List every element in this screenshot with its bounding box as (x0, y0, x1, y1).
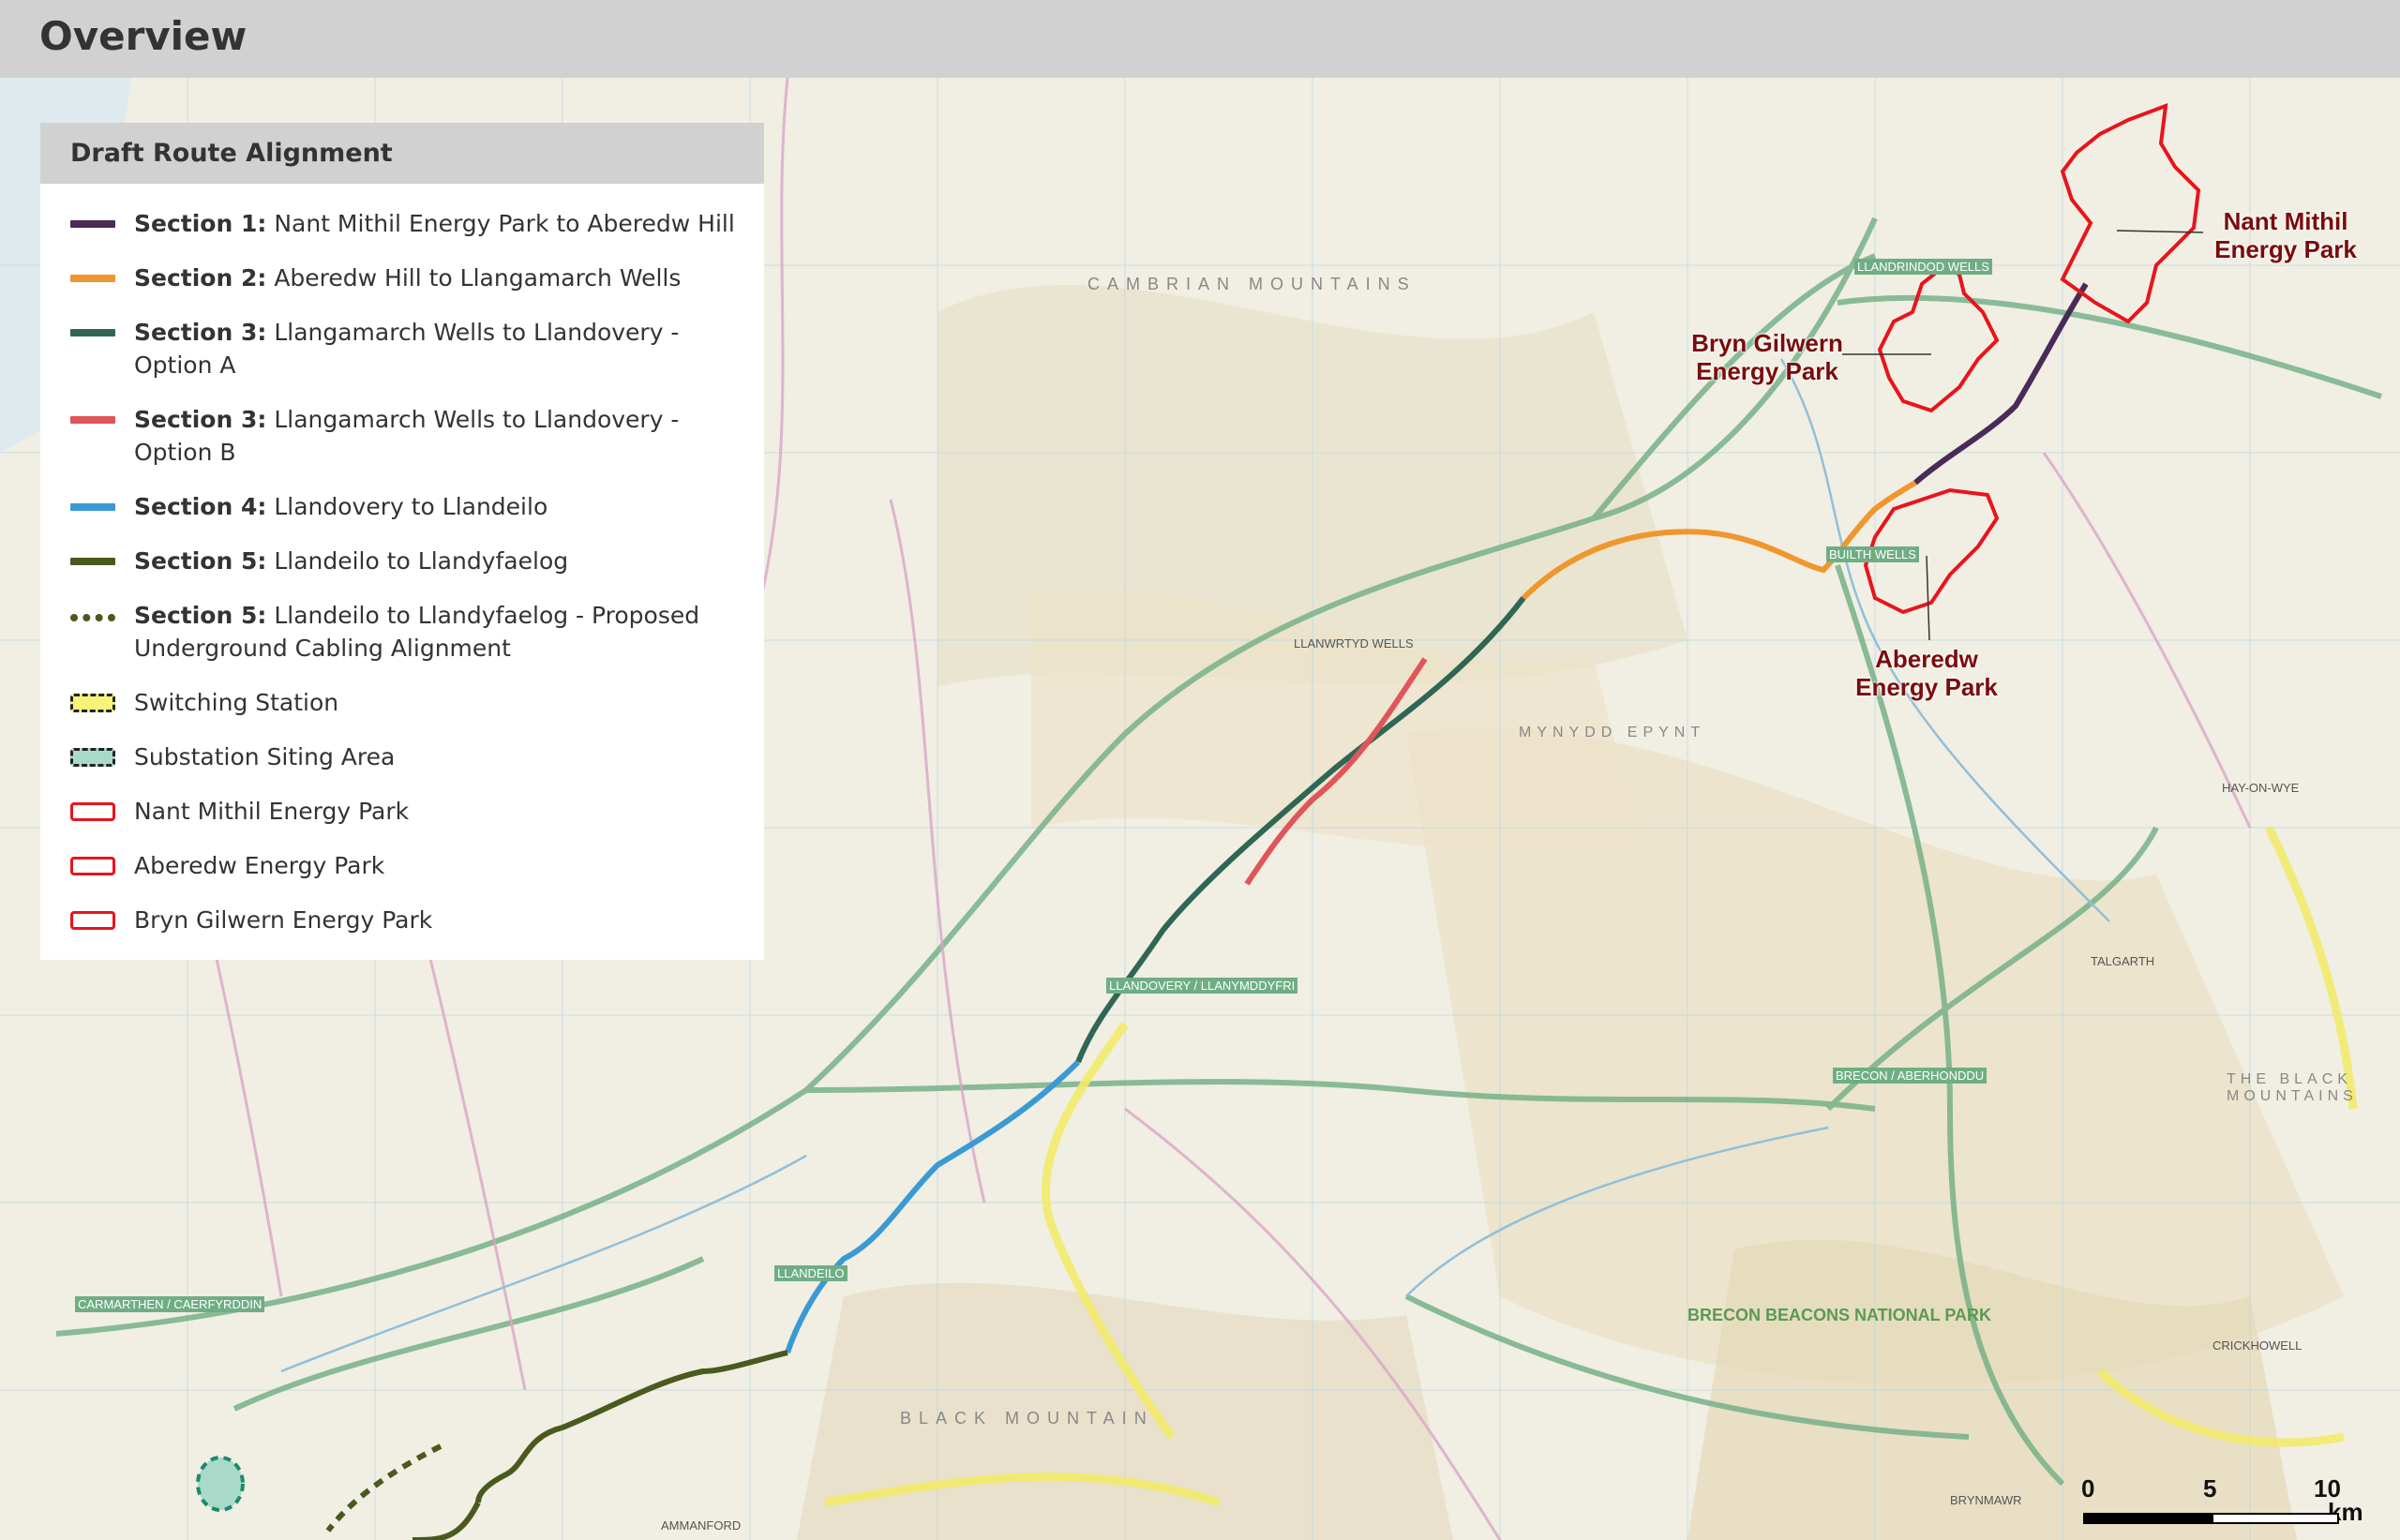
place-label: BLACK MOUNTAIN (900, 1409, 1154, 1428)
legend-item-text: Nant Mithil Energy Park to Aberedw Hill (266, 210, 735, 237)
aberedw-label: Aberedw Energy Park (1855, 645, 1998, 701)
legend-item: Section 5: Llandeilo to Llandyfaelog - P… (40, 599, 764, 665)
place-label: CARMARTHEN / CAERFYRDDIN (75, 1296, 265, 1312)
place-label: THE BLACK MOUNTAINS (2227, 1071, 2358, 1104)
place-label: CRICKHOWELL (2212, 1338, 2302, 1353)
page-title: Overview (39, 13, 248, 59)
legend-symbol (70, 416, 115, 424)
scale-tick-5: 5 (2203, 1474, 2217, 1503)
scale-bar-light (2212, 1513, 2339, 1524)
legend-item-section: Section 3: (134, 406, 267, 433)
legend-symbol (70, 275, 115, 282)
legend-item: Section 2: Aberedw Hill to Llangamarch W… (40, 262, 764, 294)
legend-item: Bryn Gilwern Energy Park (40, 904, 764, 936)
legend-title: Draft Route Alignment (70, 139, 393, 168)
legend-symbol (70, 329, 115, 336)
place-label: BRYNMAWR (1950, 1493, 2022, 1507)
legend-symbol (70, 748, 115, 767)
legend-symbol (70, 220, 115, 228)
legend-item: Section 4: Llandovery to Llandeilo (40, 490, 764, 523)
legend-item-section: Section 3: (134, 319, 267, 346)
legend-symbol (70, 558, 115, 565)
place-label: CAMBRIAN MOUNTAINS (1088, 275, 1417, 293)
legend-panel: Draft Route Alignment Section 1: Nant Mi… (40, 123, 764, 960)
place-label: AMMANFORD (661, 1518, 742, 1533)
legend-item-section: Section 4: (134, 493, 267, 520)
place-label: MYNYDD EPYNT (1519, 725, 1706, 740)
place-label: LLANDRINDOD WELLS (1854, 259, 1992, 275)
legend-symbol (70, 503, 115, 511)
place-label: LLANDEILO (774, 1265, 848, 1281)
legend-item-text: Llandeilo to Llandyfaelog (266, 547, 569, 575)
place-label: BRECON / ABERHONDDU (1833, 1068, 1988, 1084)
legend-header: Draft Route Alignment (40, 123, 764, 184)
legend-symbol (70, 694, 115, 712)
legend-item-section: Section 1: (134, 210, 267, 237)
nant-mithil-label: Nant Mithil Energy Park (2214, 207, 2357, 263)
legend-item: Switching Station (40, 686, 764, 719)
legend-item: Section 5: Llandeilo to Llandyfaelog (40, 545, 764, 577)
scale-tick-0: 0 (2081, 1474, 2095, 1503)
legend-item: Section 1: Nant Mithil Energy Park to Ab… (40, 207, 764, 240)
place-label: LLANDOVERY / LLANYMDDYFRI (1106, 978, 1298, 994)
substation-siting-area (196, 1456, 245, 1512)
bryn-gilwern-label: Bryn Gilwern Energy Park (1691, 329, 1843, 385)
header-bar: Overview (0, 0, 2400, 78)
place-label: TALGARTH (2091, 954, 2155, 968)
legend-item-text: Aberedw Energy Park (134, 852, 385, 879)
legend-symbol (70, 857, 115, 875)
scale-bar-dark (2083, 1513, 2212, 1524)
legend-item-text: Aberedw Hill to Llangamarch Wells (266, 264, 682, 292)
legend-item: Section 3: Llangamarch Wells to Llandove… (40, 316, 764, 381)
place-label: BRECON BEACONS NATIONAL PARK (1688, 1306, 1992, 1324)
place-label: BUILTH WELLS (1826, 546, 1919, 562)
legend-item-text: Llandovery to Llandeilo (266, 493, 548, 520)
place-label: HAY-ON-WYE (2222, 781, 2300, 795)
legend-item: Nant Mithil Energy Park (40, 795, 764, 828)
legend-item-section: Section 2: (134, 264, 267, 292)
legend-list: Section 1: Nant Mithil Energy Park to Ab… (40, 207, 764, 958)
legend-item-section: Section 5: (134, 602, 267, 629)
legend-item: Substation Siting Area (40, 740, 764, 773)
legend-item-text: Substation Siting Area (134, 743, 396, 770)
legend-symbol (70, 802, 115, 821)
legend-item: Aberedw Energy Park (40, 849, 764, 882)
legend-item-text: Bryn Gilwern Energy Park (134, 906, 433, 934)
scale-bar: 0 5 10 km (2079, 1472, 2363, 1528)
legend-item-section: Section 5: (134, 547, 267, 575)
place-label: LLANWRTYD WELLS (1294, 636, 1414, 650)
legend-item-text: Switching Station (134, 689, 339, 716)
legend-symbol (70, 614, 115, 621)
legend-item-text: Nant Mithil Energy Park (134, 798, 410, 825)
legend-item: Section 3: Llangamarch Wells to Llandove… (40, 403, 764, 469)
legend-symbol (70, 911, 115, 930)
